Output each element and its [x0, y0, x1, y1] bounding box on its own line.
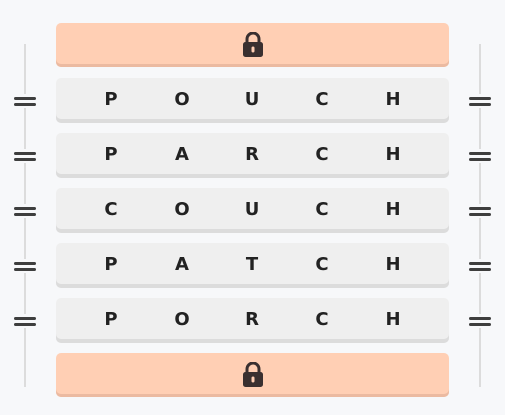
letter-tile: A: [175, 144, 189, 165]
letter-tile: R: [245, 309, 259, 330]
letter-tile: P: [104, 89, 118, 110]
drag-handle-icon[interactable]: [14, 259, 36, 273]
top-locked-bar: [56, 23, 449, 67]
letter-tile: H: [385, 199, 401, 220]
letter-tile: C: [315, 309, 329, 330]
letter-tile: O: [174, 309, 190, 330]
word-row[interactable]: P A T C H: [56, 243, 449, 288]
letter-tile: H: [385, 144, 401, 165]
letter-tile: C: [315, 199, 329, 220]
lock-icon: [242, 32, 263, 57]
word-row[interactable]: P O R C H: [56, 298, 449, 343]
word-row[interactable]: C O U C H: [56, 188, 449, 233]
lock-icon: [242, 362, 263, 387]
letter-tile: H: [385, 89, 401, 110]
drag-handle-icon[interactable]: [469, 259, 491, 273]
letter-tile: C: [315, 89, 329, 110]
drag-handle-icon[interactable]: [14, 204, 36, 218]
drag-handle-icon[interactable]: [469, 149, 491, 163]
letter-tile: P: [104, 254, 118, 275]
word-row[interactable]: P A R C H: [56, 133, 449, 178]
bottom-locked-bar: [56, 353, 449, 397]
drag-handle-icon[interactable]: [469, 314, 491, 328]
letter-tile: U: [244, 199, 260, 220]
drag-handle-icon[interactable]: [469, 204, 491, 218]
letter-tile: T: [245, 254, 259, 275]
letter-tile: C: [315, 144, 329, 165]
letter-tile: C: [104, 199, 118, 220]
letter-tile: U: [244, 89, 260, 110]
word-ladder-board: P O U C H P A R C H C O U C H P A T C H: [0, 0, 505, 415]
drag-handle-icon[interactable]: [469, 94, 491, 108]
drag-handle-icon[interactable]: [14, 314, 36, 328]
letter-tile: P: [104, 309, 118, 330]
word-row[interactable]: P O U C H: [56, 78, 449, 123]
letter-tile: H: [385, 254, 401, 275]
letter-tile: R: [245, 144, 259, 165]
letter-tile: C: [315, 254, 329, 275]
drag-handle-icon[interactable]: [14, 149, 36, 163]
letter-tile: P: [104, 144, 118, 165]
letter-tile: H: [385, 309, 401, 330]
letter-tile: O: [174, 89, 190, 110]
letter-tile: A: [175, 254, 189, 275]
letter-tile: O: [174, 199, 190, 220]
drag-handle-icon[interactable]: [14, 94, 36, 108]
